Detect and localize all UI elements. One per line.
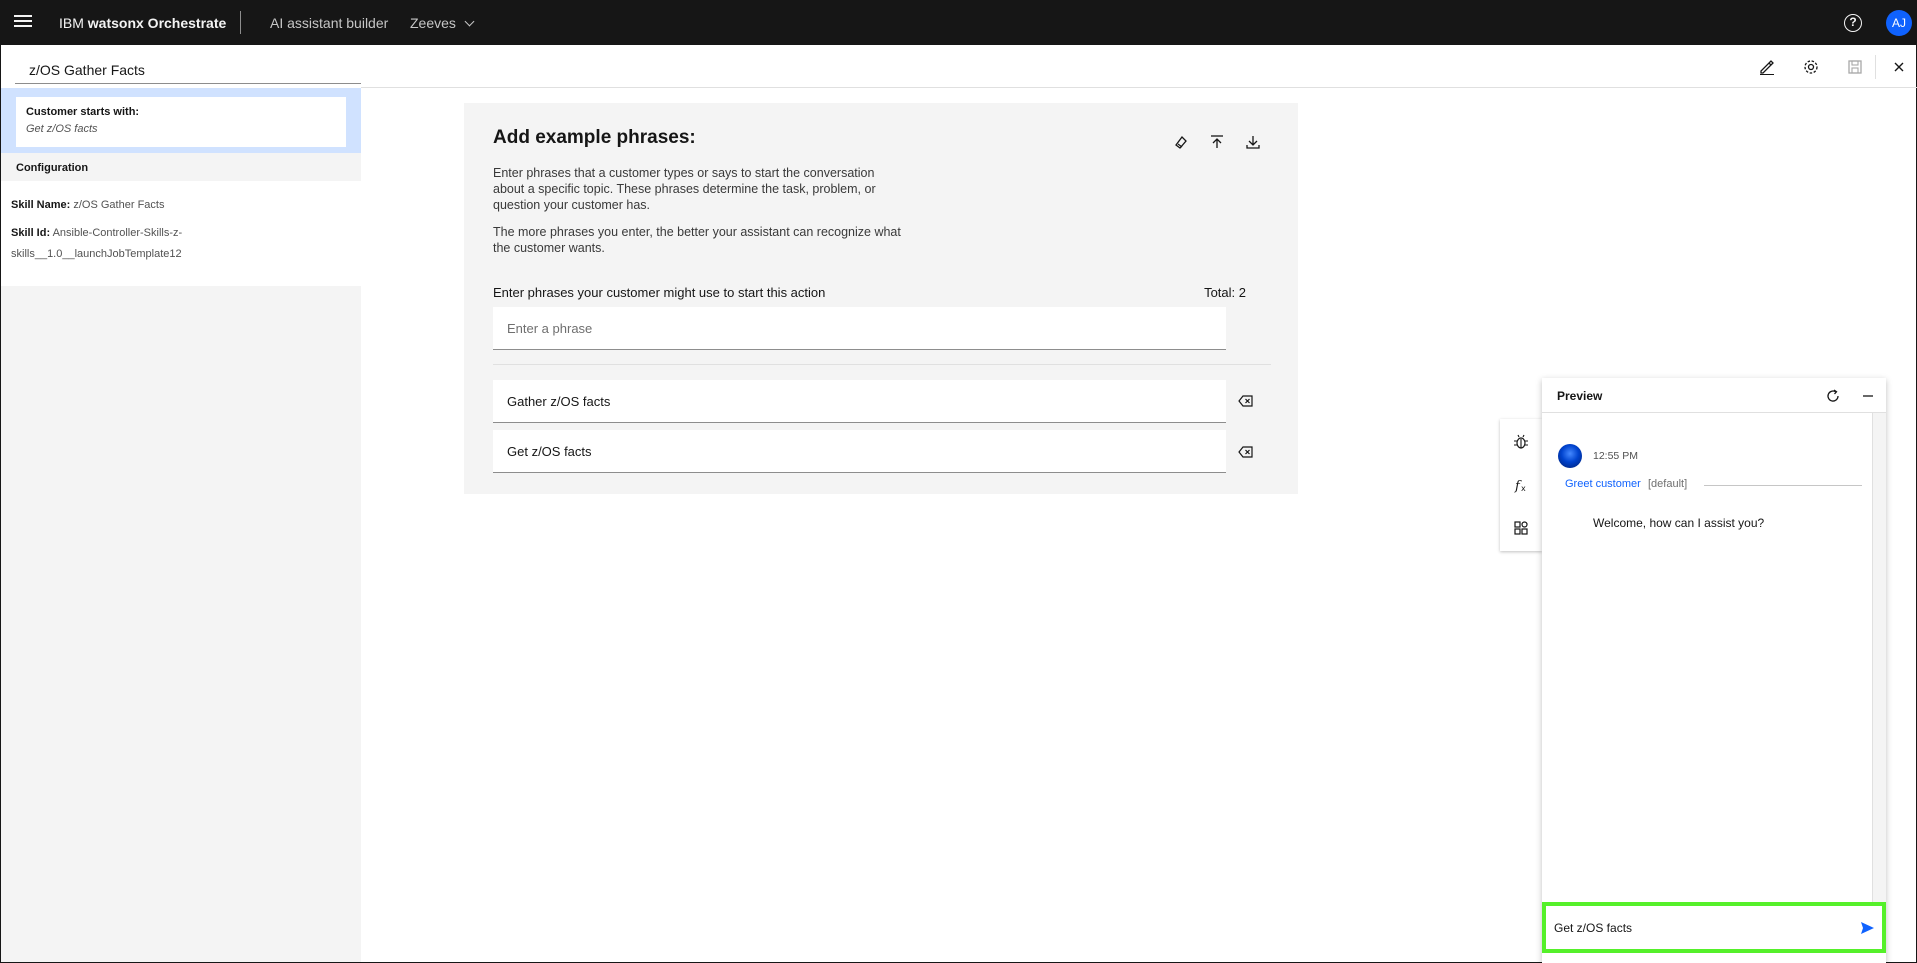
greet-default-tag: [default] [1648,478,1688,490]
debug-bug-icon[interactable] [1512,433,1530,451]
delete-phrase-icon[interactable] [1238,445,1254,459]
action-title-field[interactable]: z/OS Gather Facts [15,56,361,84]
edit-icon[interactable] [1758,58,1776,76]
configuration-heading: Configuration [1,153,361,181]
example-phrases-card: Add example phrases: Enter phrases that … [464,103,1298,494]
skill-id-row: Skill Id: Ansible-Controller-Skills-z-sk… [11,227,183,260]
restart-icon[interactable] [1825,388,1841,404]
assistant-switcher[interactable]: Zeeves [410,15,475,31]
svg-text:x: x [1521,484,1526,493]
preview-header: Preview [1542,378,1886,413]
upload-icon[interactable] [1208,133,1226,151]
phrase-row[interactable]: Get z/OS facts [493,430,1226,473]
user-avatar[interactable]: AJ [1886,10,1912,36]
header-divider [240,11,241,34]
toolbar-separator [1875,55,1876,79]
chat-message-input[interactable] [1554,906,1844,949]
phrase-input-label: Enter phrases your customer might use to… [493,285,826,300]
save-icon[interactable] [1846,58,1864,76]
starts-label: Customer starts with: [26,106,140,118]
phrase-input[interactable] [493,307,1226,350]
extensions-icon[interactable] [1512,519,1530,537]
phrase-total-count: Total: 2 [1204,285,1246,300]
chevron-down-icon [464,16,475,27]
header-divider-line [361,87,1917,88]
delete-phrase-icon[interactable] [1238,394,1254,408]
nav-ai-assistant-builder[interactable]: AI assistant builder [270,15,388,31]
greet-customer-link[interactable]: Greet customer [1565,478,1641,490]
left-step-panel: Customer starts with: Get z/OS facts Con… [1,88,361,962]
message-timestamp: 12:55 PM [1593,450,1638,462]
phrase-row[interactable]: Gather z/OS facts [493,380,1226,423]
configuration-details: Skill Name: z/OS Gather Facts Skill Id: … [1,181,361,286]
preview-scrollbar[interactable] [1872,413,1886,903]
customer-starts-card[interactable]: Customer starts with: Get z/OS facts [16,97,346,147]
description-text: Enter phrases that a customer types or s… [493,166,876,212]
product-name: IBM watsonx Orchestrate [59,15,227,31]
starts-phrase: Get z/OS facts [26,123,98,135]
function-variables-icon[interactable]: fx [1512,476,1530,494]
preview-tool-rail: fx [1500,419,1542,551]
phrase-list-divider [493,364,1271,365]
assistant-avatar [1558,444,1582,468]
assistant-name: Zeeves [410,15,456,31]
assistant-welcome-message: Welcome, how can I assist you? [1593,516,1765,530]
clear-phrases-icon[interactable] [1172,133,1190,151]
greet-divider [1704,485,1862,486]
send-icon[interactable] [1859,920,1875,936]
skill-name-row: Skill Name: z/OS Gather Facts [11,199,165,211]
hamburger-menu-icon[interactable] [12,12,34,32]
description-hint: The more phrases you enter, the better y… [493,225,901,255]
top-navigation-bar: IBM watsonx Orchestrate AI assistant bui… [0,0,1917,45]
customer-starts-step[interactable]: Customer starts with: Get z/OS facts [1,88,361,153]
preview-panel: Preview 12:55 PM Greet customer [default… [1542,378,1886,963]
help-icon[interactable]: ? [1844,14,1862,32]
card-title: Add example phrases: [493,127,696,148]
download-icon[interactable] [1244,133,1262,151]
settings-gear-icon[interactable] [1802,58,1820,76]
preview-title: Preview [1557,389,1603,403]
close-icon[interactable] [1890,58,1908,76]
minimize-icon[interactable] [1860,388,1876,404]
chat-input-box [1542,902,1886,953]
